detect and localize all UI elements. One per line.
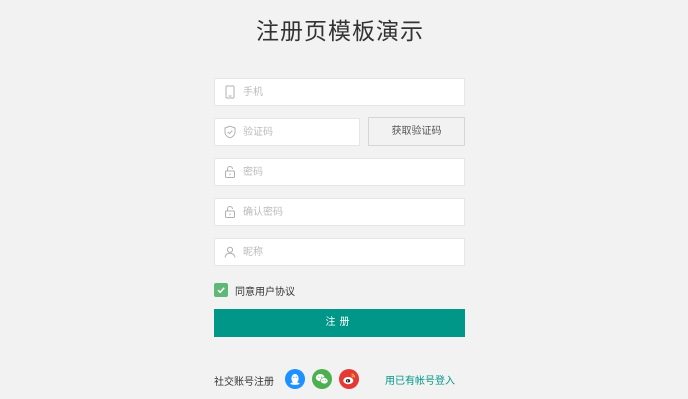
confirm-password-input[interactable] [243, 199, 460, 225]
register-button[interactable]: 注册 [214, 309, 465, 337]
code-input[interactable] [243, 119, 355, 145]
nickname-field [214, 238, 465, 266]
nickname-input[interactable] [243, 239, 460, 265]
qq-icon[interactable] [285, 369, 305, 389]
get-code-button[interactable]: 获取验证码 [368, 117, 465, 146]
agreement-row: 同意用户协议 [214, 283, 295, 298]
social-register-label: 社交账号注册 [214, 377, 274, 388]
code-field [214, 118, 360, 146]
password-input[interactable] [243, 159, 460, 185]
wechat-icon[interactable] [312, 369, 332, 389]
agree-label: 同意用户协议 [235, 286, 295, 298]
cellphone-icon [223, 85, 237, 99]
lock-icon [223, 205, 237, 219]
agree-checkbox[interactable] [214, 283, 228, 297]
confirm-password-field [214, 198, 465, 226]
phone-input[interactable] [243, 79, 460, 105]
checkmark-icon [217, 287, 225, 294]
login-existing-account-link[interactable]: 用已有帐号登入 [385, 372, 455, 387]
page-title: 注册页模板演示 [256, 19, 424, 45]
lock-icon [223, 165, 237, 179]
user-icon [223, 245, 237, 259]
phone-field [214, 78, 465, 106]
password-field [214, 158, 465, 186]
weibo-icon[interactable] [339, 369, 359, 389]
shield-icon [223, 125, 237, 139]
